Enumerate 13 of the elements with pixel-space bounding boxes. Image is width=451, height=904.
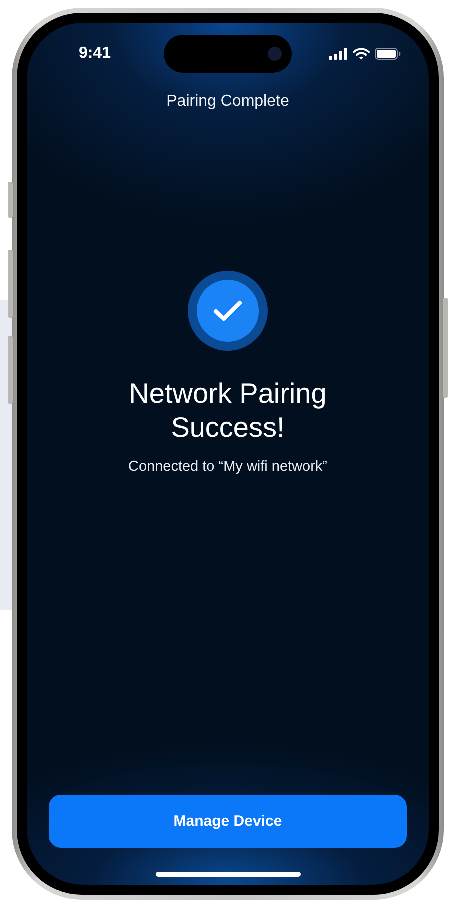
side-key — [8, 250, 13, 318]
wifi-icon — [353, 48, 370, 60]
status-time: 9:41 — [79, 45, 112, 63]
connection-message: Connected to “My wifi network” — [128, 459, 328, 475]
side-key — [8, 336, 13, 404]
manage-device-button[interactable]: Manage Device — [49, 795, 407, 848]
camera-icon — [268, 47, 282, 61]
checkmark-icon — [213, 300, 243, 322]
battery-icon — [375, 48, 401, 60]
side-key — [8, 182, 13, 218]
success-heading: Network Pairing Success! — [128, 377, 328, 445]
screen-title: Pairing Complete — [166, 93, 290, 111]
signal-icon — [329, 48, 348, 60]
